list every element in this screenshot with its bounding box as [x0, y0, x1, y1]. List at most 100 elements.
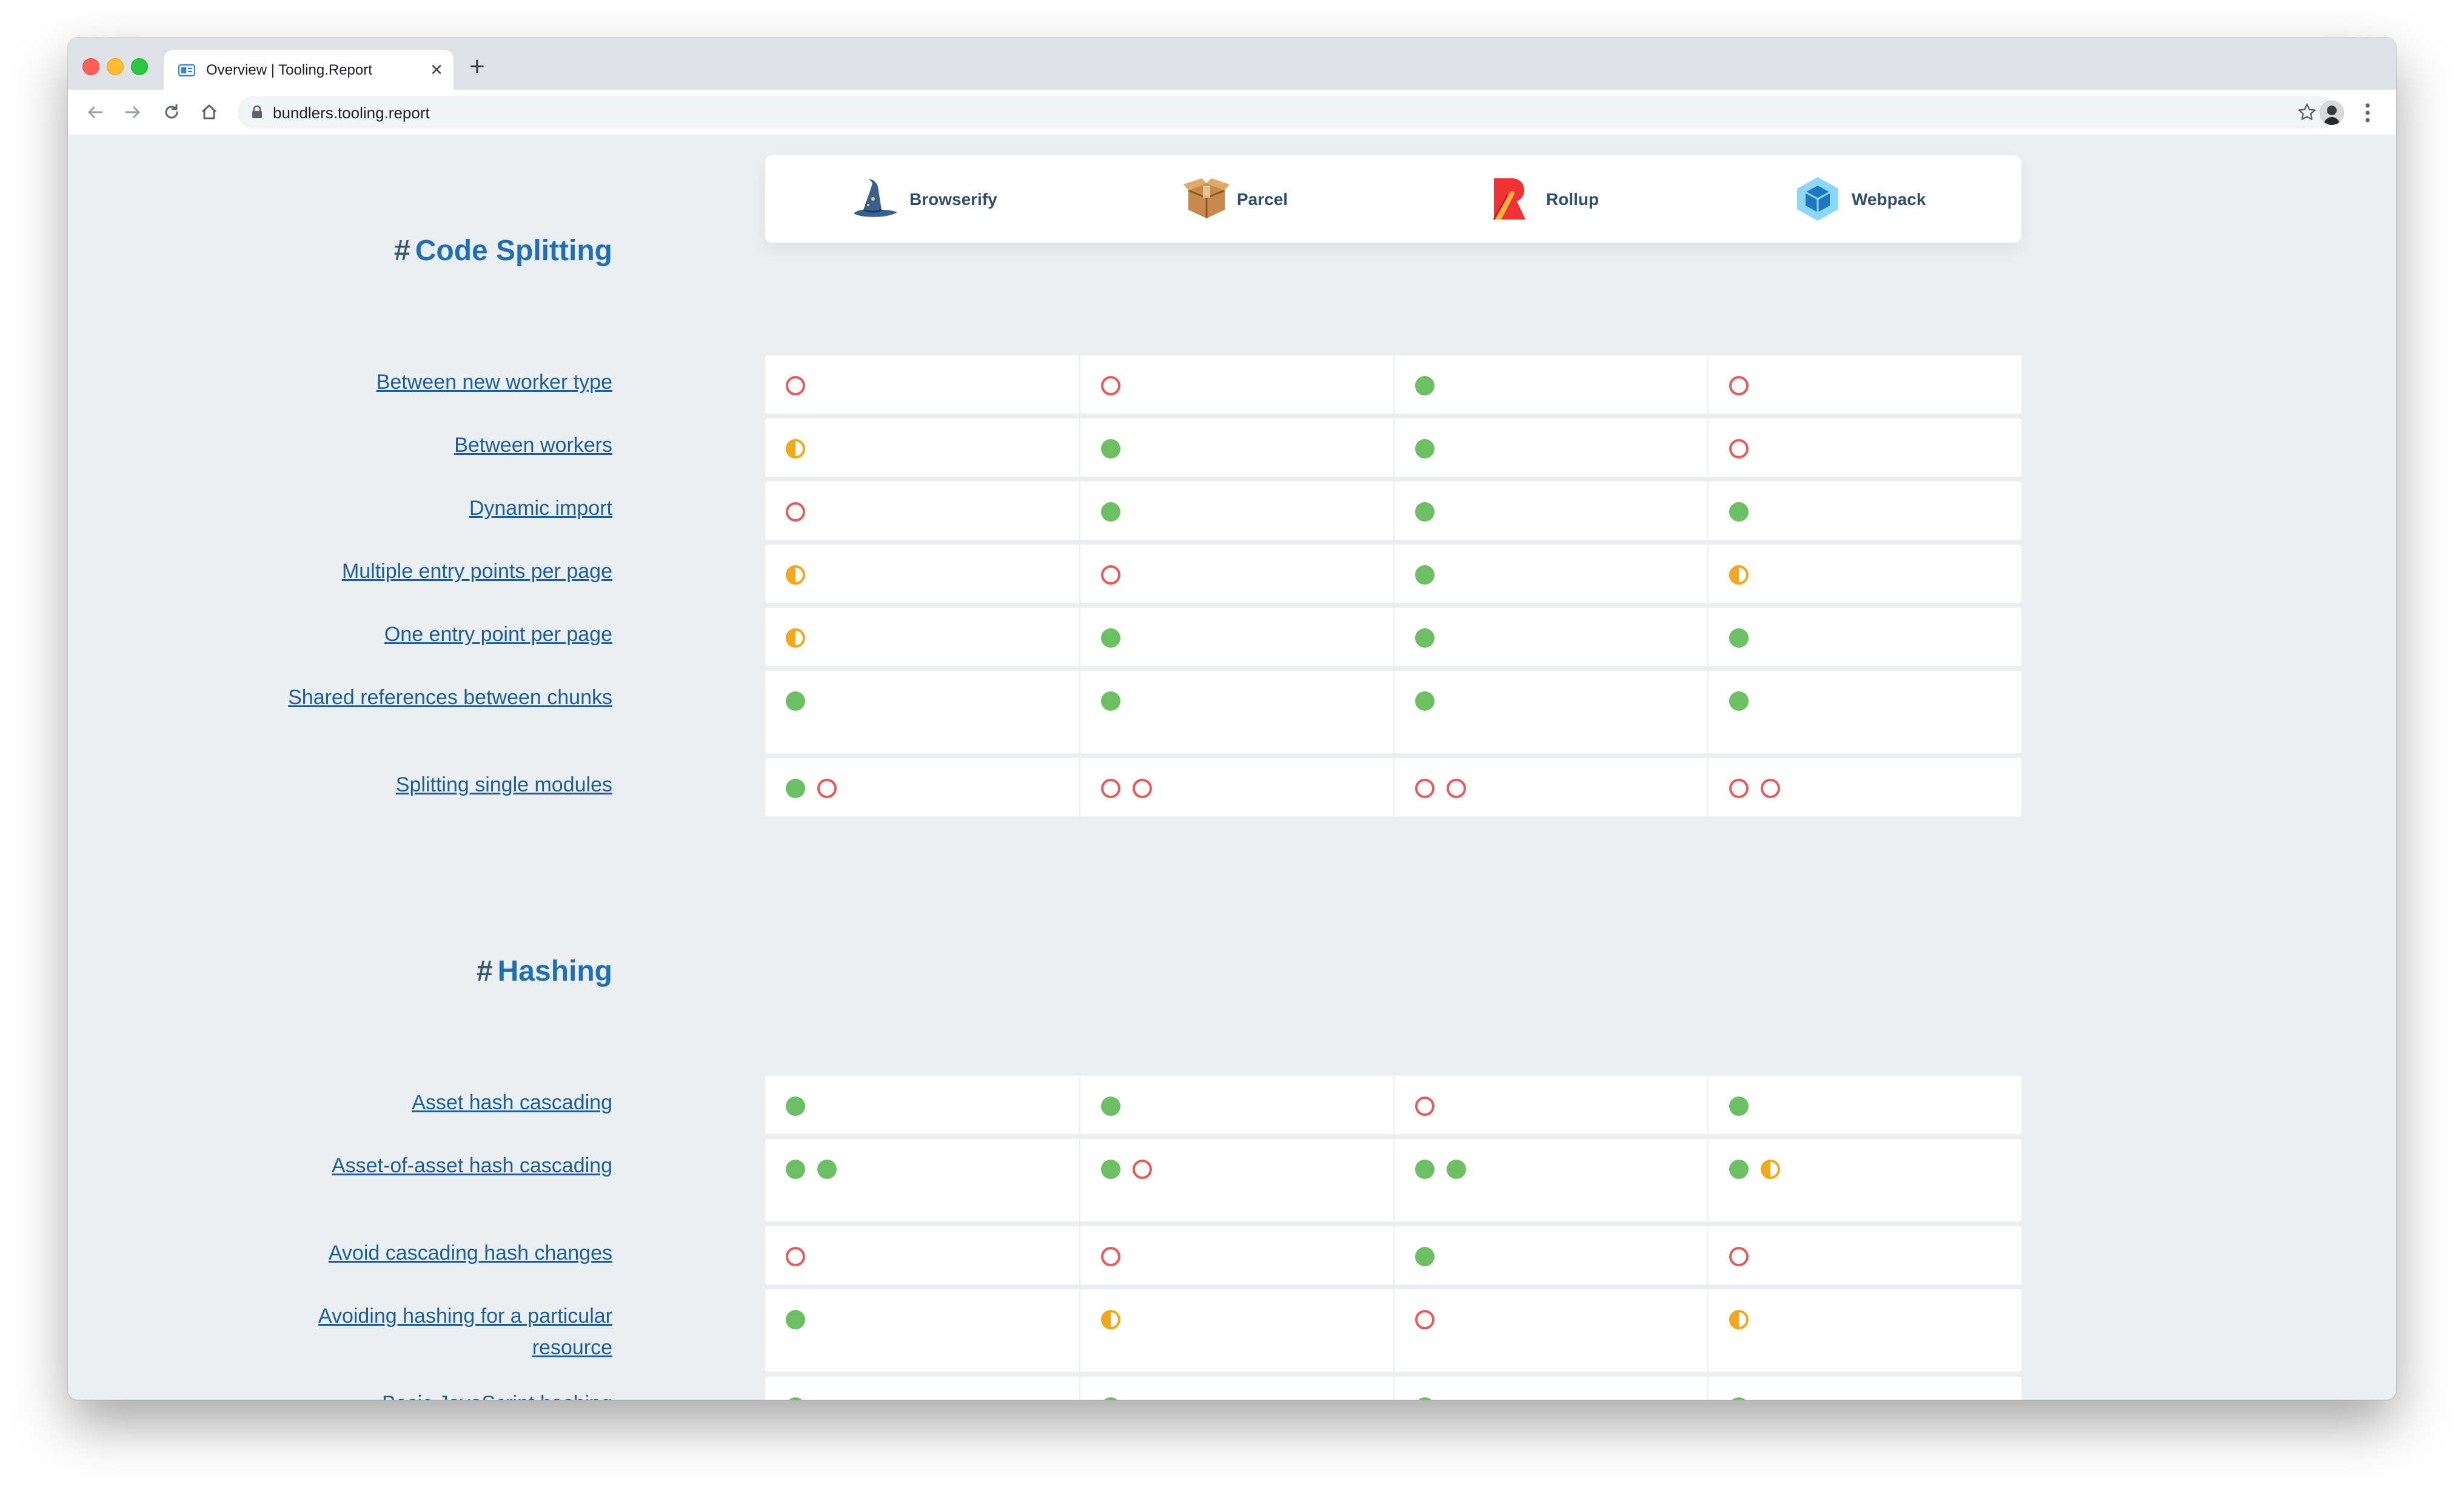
profile-icon [2320, 101, 2344, 125]
test-link[interactable]: Avoiding hashing for a particular resour… [273, 1300, 612, 1363]
result-pass-dot[interactable] [1101, 439, 1120, 458]
minimize-window-button[interactable] [107, 58, 124, 75]
anchor-hash[interactable]: # [477, 955, 493, 987]
result-fail-dot[interactable] [786, 1247, 805, 1266]
test-link[interactable]: Shared references between chunks [273, 682, 612, 713]
result-fail-dot[interactable] [1133, 779, 1152, 798]
result-pass-dot[interactable] [1729, 628, 1749, 648]
result-pass-dot[interactable] [1729, 502, 1749, 522]
result-fail-dot[interactable] [1729, 779, 1749, 798]
result-pass-dot[interactable] [1729, 691, 1749, 711]
bookmark-star-icon[interactable] [2297, 102, 2317, 123]
back-arrow-icon[interactable] [84, 101, 107, 124]
result-pass-dot[interactable] [1415, 1397, 1435, 1400]
result-cell-webpack [1707, 482, 2023, 540]
result-cell-rollup [1393, 1377, 1709, 1400]
test-link[interactable]: Between workers [273, 429, 612, 461]
home-icon[interactable] [198, 101, 221, 124]
result-fail-dot[interactable] [1729, 1247, 1749, 1266]
result-pass-dot[interactable] [1415, 439, 1435, 458]
result-pass-dot[interactable] [1101, 1397, 1120, 1400]
result-pass-dot[interactable] [1729, 1397, 1749, 1400]
result-fail-dot[interactable] [1729, 439, 1749, 458]
more-vert-icon[interactable] [2365, 101, 2371, 125]
reload-icon[interactable] [160, 101, 183, 124]
new-tab-button[interactable]: + [469, 53, 485, 80]
result-pass-dot[interactable] [1101, 502, 1120, 522]
result-fail-dot[interactable] [1101, 779, 1120, 798]
result-fail-dot[interactable] [1761, 779, 1780, 798]
result-pass-dot[interactable] [1415, 1160, 1435, 1179]
bundler-rollup[interactable]: Rollup [1393, 155, 1707, 243]
test-link[interactable]: Multiple entry points per page [273, 556, 612, 587]
result-pass-dot[interactable] [786, 1397, 805, 1400]
result-fail-dot[interactable] [1101, 376, 1120, 395]
anchor-hash[interactable]: # [394, 235, 410, 267]
bundler-webpack[interactable]: Webpack [1707, 155, 2021, 243]
result-fail-dot[interactable] [1415, 1097, 1435, 1116]
result-cell-rollup [1393, 1226, 1709, 1285]
test-link[interactable]: Asset hash cascading [273, 1087, 612, 1118]
wizard-hat-icon [854, 179, 897, 217]
result-pass-dot[interactable] [786, 779, 805, 798]
test-link[interactable]: Splitting single modules [273, 769, 612, 801]
test-link[interactable]: Between new worker type [273, 366, 612, 398]
result-partial-dot[interactable] [786, 439, 805, 458]
result-fail-dot[interactable] [1415, 779, 1435, 798]
result-pass-dot[interactable] [1415, 691, 1435, 711]
tab-overview[interactable]: Overview | Tooling.Report × [164, 50, 454, 90]
result-fail-dot[interactable] [1447, 779, 1466, 798]
test-link[interactable]: Dynamic import [273, 492, 612, 524]
address-bar[interactable]: bundlers.tooling.report [238, 96, 2335, 129]
result-pass-dot[interactable] [1415, 502, 1435, 522]
result-pass-dot[interactable] [786, 1160, 805, 1179]
result-pass-dot[interactable] [786, 1310, 805, 1329]
section-title[interactable]: # Code Splitting [394, 234, 612, 267]
result-fail-dot[interactable] [1101, 565, 1120, 585]
test-link[interactable]: Avoid cascading hash changes [273, 1237, 612, 1269]
result-pass-dot[interactable] [1101, 691, 1120, 711]
close-window-button[interactable] [82, 58, 99, 75]
result-pass-dot[interactable] [1447, 1160, 1466, 1179]
result-fail-dot[interactable] [1729, 376, 1749, 395]
result-pass-dot[interactable] [1101, 1097, 1120, 1116]
result-partial-dot[interactable] [1101, 1310, 1120, 1329]
profile-avatar[interactable] [2320, 101, 2344, 125]
result-partial-dot[interactable] [786, 565, 805, 585]
result-row [765, 608, 2021, 666]
result-pass-dot[interactable] [1101, 628, 1120, 648]
result-pass-dot[interactable] [1415, 376, 1435, 395]
result-pass-dot[interactable] [1415, 1247, 1435, 1266]
close-tab-icon[interactable]: × [430, 58, 443, 81]
result-partial-dot[interactable] [786, 628, 805, 648]
test-link[interactable]: Basic JavaScript hashing [273, 1388, 612, 1400]
test-link[interactable]: One entry point per page [273, 619, 612, 650]
result-pass-dot[interactable] [817, 1160, 837, 1179]
result-fail-dot[interactable] [786, 502, 805, 522]
result-fail-dot[interactable] [1133, 1160, 1152, 1179]
result-pass-dot[interactable] [1101, 1160, 1120, 1179]
result-pass-dot[interactable] [1415, 565, 1435, 585]
section-title[interactable]: # Hashing [477, 955, 612, 988]
result-pass-dot[interactable] [786, 691, 805, 711]
result-fail-dot[interactable] [1415, 1310, 1435, 1329]
result-fail-dot[interactable] [1101, 1247, 1120, 1266]
result-row [765, 355, 2021, 414]
result-pass-dot[interactable] [1729, 1097, 1749, 1116]
bundler-browserify[interactable]: Browserify [765, 155, 1079, 243]
zoom-window-button[interactable] [131, 58, 148, 75]
result-partial-dot[interactable] [1729, 565, 1749, 585]
result-fail-dot[interactable] [786, 376, 805, 395]
result-pass-dot[interactable] [786, 1097, 805, 1116]
result-pass-dot[interactable] [1415, 628, 1435, 648]
result-partial-dot[interactable] [1761, 1160, 1780, 1179]
result-partial-dot[interactable] [1729, 1310, 1749, 1329]
test-link[interactable]: Asset-of-asset hash cascading [273, 1150, 612, 1181]
bundler-parcel[interactable]: Parcel [1079, 155, 1393, 243]
result-cell-browserify [765, 758, 1079, 816]
result-cell-webpack [1707, 1226, 2023, 1285]
result-row [765, 482, 2021, 540]
result-pass-dot[interactable] [1729, 1160, 1749, 1179]
forward-arrow-icon[interactable] [121, 101, 144, 124]
result-fail-dot[interactable] [817, 779, 837, 798]
